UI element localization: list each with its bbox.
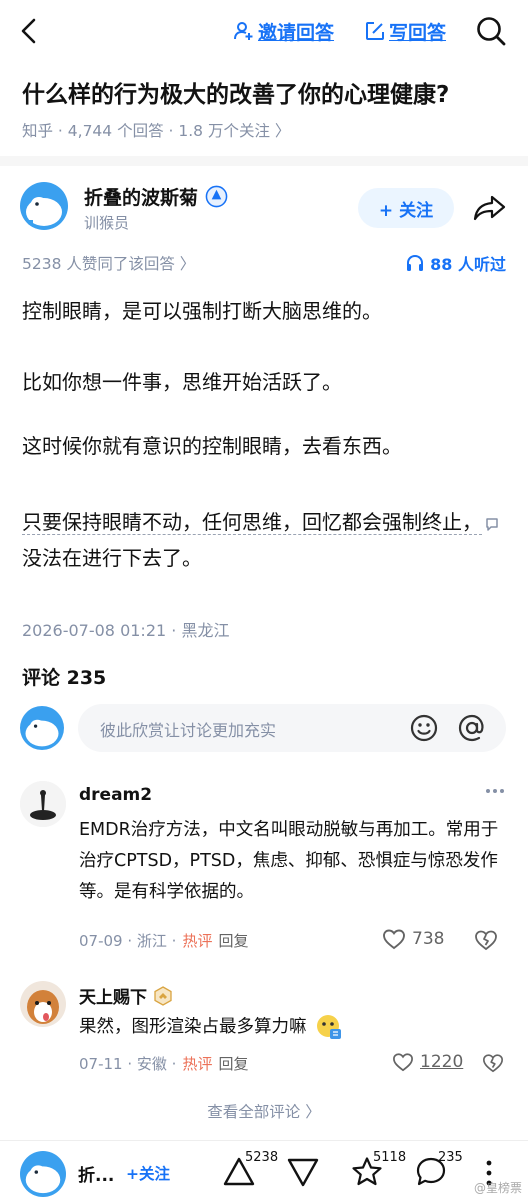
comment-input[interactable]: 彼此欣赏让讨论更加充实	[78, 704, 506, 752]
comment-date-location: 07-09 · 浙江 ·	[79, 932, 177, 950]
sticker-emoji-icon	[317, 1015, 342, 1039]
listen-count[interactable]: 88 人听过	[406, 251, 506, 275]
mention-icon[interactable]	[456, 712, 488, 744]
person-add-icon	[234, 22, 253, 40]
answer-paragraph-1: 控制眼睛，是可以强制打断大脑思维的。	[22, 299, 382, 323]
top-nav-bar: 邀请回答 写回答	[0, 0, 528, 64]
author-name-text: 折叠的波斯菊	[84, 187, 199, 209]
answer-paragraph-3: 这时候你就有意识的控制眼睛，去看东西。	[22, 434, 402, 458]
comment-meta: 07-09 · 浙江 · 热评 回复	[79, 930, 248, 951]
comment-author[interactable]: 天上赐下	[79, 983, 173, 1008]
answer-paragraph-4: 只要保持眼睛不动，任何思维，回忆都会强制终止， 没法在进行下去了。	[22, 504, 512, 576]
bottom-action-bar: 折... +关注 5238 5118 235 @皇榜票	[0, 1140, 528, 1200]
broken-heart-icon[interactable]	[474, 928, 498, 952]
favorite-count: 5118	[373, 1150, 407, 1165]
emoji-icon[interactable]	[408, 712, 440, 744]
author-name[interactable]: 折叠的波斯菊	[84, 183, 228, 210]
search-icon	[477, 17, 506, 46]
follow-button[interactable]: + 关注	[358, 188, 454, 228]
edit-icon	[366, 22, 384, 40]
comment-like-button[interactable]: 1220	[392, 1052, 463, 1072]
bottom-author-name[interactable]: 折...	[78, 1161, 114, 1186]
question-title[interactable]: 什么样的行为极大的改善了你的心理健康?	[22, 78, 517, 112]
broken-heart-icon[interactable]	[482, 1052, 504, 1074]
comment-text-body: 果然，图形渲染占最多算力嘛	[79, 1017, 307, 1037]
heart-icon	[383, 929, 405, 950]
comment-meta: 07-11 · 安徽 · 热评 回复	[79, 1053, 248, 1074]
hot-comment-badge: 热评	[182, 1055, 213, 1073]
reply-button[interactable]: 回复	[218, 930, 248, 951]
chevron-left-icon	[21, 18, 36, 44]
comment-text: EMDR治疗方法，中文名叫眼动脱敏与再加工。常用于治疗CPTSD，PTSD，焦虑…	[79, 820, 499, 902]
comments-heading: 评论 235	[22, 667, 107, 689]
comment-like-button[interactable]: 738	[382, 928, 444, 950]
author-title: 训猴员	[84, 214, 130, 232]
comment-like-count: 1220	[420, 1052, 464, 1072]
upvote-summary[interactable]: 5238 人赞同了该回答 〉	[22, 252, 195, 274]
inline-comment-icon[interactable]	[484, 516, 500, 532]
headphones-icon	[407, 254, 424, 271]
highlighted-text[interactable]: 只要保持眼睛不动，任何思维，回忆都会强制终止，	[22, 510, 482, 535]
hot-comment-badge: 热评	[182, 932, 213, 950]
share-button[interactable]	[472, 192, 508, 224]
answer-paragraph-2: 比如你想一件事，思维开始活跃了。	[22, 370, 342, 394]
author-avatar[interactable]	[20, 182, 68, 230]
comment-date-location: 07-11 · 安徽 ·	[79, 1055, 177, 1073]
watermark: @皇榜票	[473, 1181, 522, 1195]
view-all-comments-link[interactable]: 查看全部评论 〉	[0, 1100, 528, 1122]
back-button[interactable]	[14, 14, 46, 48]
comment-avatar[interactable]	[20, 981, 66, 1027]
listen-count-text: 88 人听过	[430, 255, 506, 274]
write-answer-button[interactable]: 写回答	[365, 16, 446, 46]
comment-author-name: 天上赐下	[79, 988, 147, 1008]
answer-paragraph-4-tail: 没法在进行下去了。	[22, 546, 202, 570]
comment-author[interactable]: dream2	[79, 785, 152, 805]
verified-badge-icon	[205, 185, 228, 208]
upvote-count: 5238	[245, 1150, 279, 1165]
question-meta[interactable]: 知乎 · 4,744 个回答 · 1.8 万个关注 〉	[22, 119, 290, 141]
my-avatar	[20, 706, 64, 750]
downvote-icon[interactable]	[286, 1155, 320, 1189]
search-button[interactable]	[474, 14, 508, 48]
section-divider	[0, 156, 528, 166]
invite-answer-button[interactable]: 邀请回答	[234, 16, 334, 46]
invite-answer-label: 邀请回答	[258, 21, 335, 44]
comment-input-placeholder: 彼此欣赏让讨论更加充实	[100, 721, 277, 740]
more-options-icon[interactable]	[484, 784, 506, 798]
comment-like-count: 738	[412, 929, 445, 949]
bottom-follow-button[interactable]: +关注	[126, 1162, 170, 1184]
reply-button[interactable]: 回复	[218, 1053, 248, 1074]
bottom-author-avatar[interactable]	[20, 1151, 66, 1197]
write-answer-label: 写回答	[389, 21, 447, 44]
share-icon	[473, 195, 506, 221]
answer-date-location: 2026-07-08 01:21 · 黑龙江	[22, 621, 230, 640]
heart-icon	[393, 1053, 413, 1072]
comment-text: 果然，图形渲染占最多算力嘛	[79, 1012, 509, 1043]
comment-count: 235	[438, 1150, 463, 1165]
level-badge-icon	[154, 985, 172, 1006]
comment-avatar[interactable]	[20, 781, 66, 827]
